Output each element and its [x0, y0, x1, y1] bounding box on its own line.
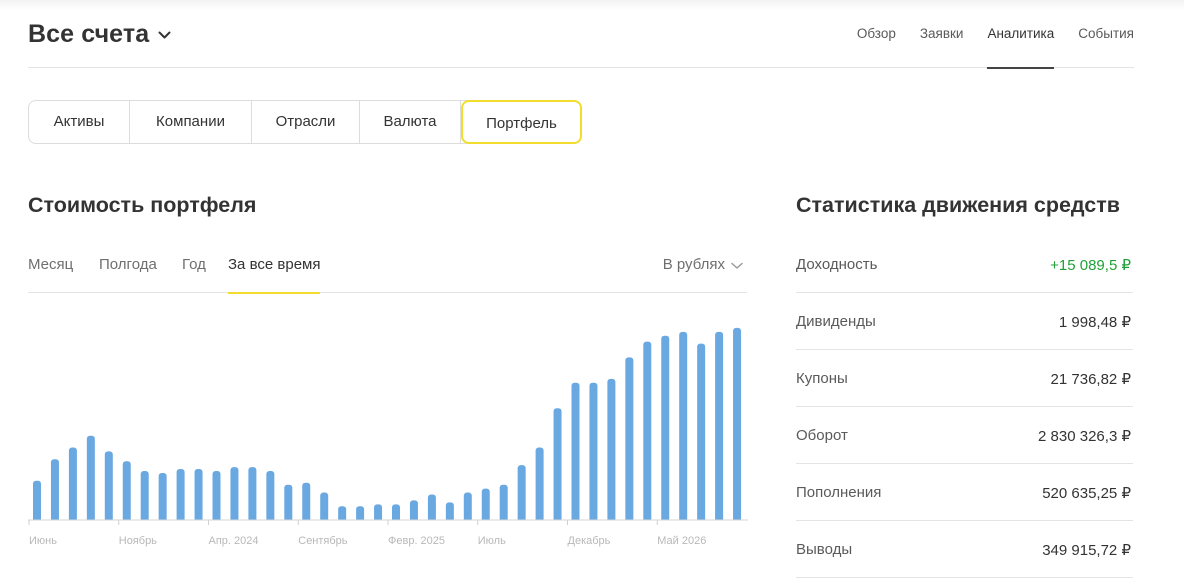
chevron-down-icon	[158, 27, 171, 45]
chart-bar[interactable]	[499, 484, 508, 523]
stat-row-coupons: Купоны 21 736,82 ₽	[796, 350, 1133, 407]
stat-label: Пополнения	[796, 484, 882, 501]
stat-row-deposits: Пополнения 520 635,25 ₽	[796, 464, 1133, 521]
chart-bar[interactable]	[230, 467, 239, 523]
chart-bar[interactable]	[481, 488, 490, 523]
chart-bar[interactable]	[68, 447, 77, 523]
period-tabs: Месяц Полгода Год За все время В рублях	[28, 240, 747, 294]
period-all-time[interactable]: За все время	[228, 256, 321, 294]
segment-companies[interactable]: Компании	[130, 101, 252, 143]
analytics-segment-tabs: Активы Компании Отрасли Валюта Портфель	[28, 100, 582, 144]
stat-value: 2 830 326,3 ₽	[1038, 428, 1131, 445]
chart-bar[interactable]	[589, 382, 598, 523]
segment-assets[interactable]: Активы	[29, 101, 130, 143]
x-tick-label: Декабрь	[568, 535, 611, 547]
x-tick-label: Апр. 2024	[209, 535, 259, 547]
chart-bar[interactable]	[176, 469, 185, 523]
stat-value: 1 998,48 ₽	[1058, 314, 1131, 331]
chart-bar[interactable]	[320, 492, 329, 523]
chart-bar[interactable]	[733, 327, 742, 523]
chart-bar[interactable]	[122, 461, 131, 523]
chart-bar[interactable]	[50, 459, 59, 523]
stat-label: Доходность	[796, 256, 878, 273]
chart-bar[interactable]	[86, 435, 95, 523]
segment-industries[interactable]: Отрасли	[252, 101, 360, 143]
chart-bar[interactable]	[33, 480, 41, 523]
chart-bar[interactable]	[158, 472, 167, 523]
stat-row-dividends: Дивиденды 1 998,48 ₽	[796, 293, 1133, 350]
nav-overview[interactable]: Обзор	[857, 0, 896, 68]
chart-bar[interactable]	[212, 471, 221, 523]
portfolio-value-chart: Июнь Ноябрь Апр. 2024 Сентябрь Февр. 2025 Июл…	[26, 327, 752, 547]
stat-label: Дивиденды	[796, 313, 876, 330]
chart-bar[interactable]	[535, 447, 544, 523]
chart-bar[interactable]	[679, 331, 688, 523]
stat-label: Выводы	[796, 541, 853, 558]
chart-bar[interactable]	[140, 471, 149, 523]
stat-value: 520 635,25 ₽	[1042, 485, 1131, 502]
chart-bar[interactable]	[553, 408, 562, 523]
period-year[interactable]: Год	[182, 256, 206, 293]
chart-bar[interactable]	[302, 482, 311, 523]
chart-bar[interactable]	[266, 471, 275, 523]
chart-bar[interactable]	[571, 382, 580, 523]
nav-events[interactable]: События	[1078, 0, 1134, 68]
nav-analytics[interactable]: Аналитика	[987, 0, 1054, 69]
account-selector[interactable]: Все счета	[28, 18, 171, 50]
chart-bar[interactable]	[643, 341, 652, 523]
stat-row-turnover: Оборот 2 830 326,3 ₽	[796, 407, 1133, 464]
currency-selector[interactable]: В рублях	[663, 256, 743, 274]
baseline-mask	[26, 520, 752, 524]
x-tick-label: Ноябрь	[119, 535, 157, 547]
chart-bar[interactable]	[104, 451, 113, 523]
chart-bar[interactable]	[463, 492, 472, 523]
nav-orders[interactable]: Заявки	[920, 0, 964, 68]
period-month[interactable]: Месяц	[28, 256, 73, 293]
stat-row-yield: Доходность +15 089,5 ₽	[796, 236, 1133, 293]
stat-label: Оборот	[796, 427, 848, 444]
segment-currency[interactable]: Валюта	[360, 101, 461, 143]
chart-bar[interactable]	[517, 465, 526, 523]
chart-bar[interactable]	[697, 343, 706, 523]
chart-bar[interactable]	[427, 494, 436, 523]
x-tick-label: Сентябрь	[298, 535, 348, 547]
chart-bar[interactable]	[284, 484, 293, 523]
x-tick-label: Июнь	[29, 535, 57, 547]
chart-bar[interactable]	[625, 357, 634, 523]
x-tick-label: Февр. 2025	[388, 535, 445, 547]
stat-row-withdrawals: Выводы 349 915,72 ₽	[796, 521, 1133, 578]
stat-label: Купоны	[796, 370, 848, 387]
page-header: Все счета Обзор Заявки Аналитика События	[28, 0, 1134, 69]
stat-value: 349 915,72 ₽	[1042, 542, 1131, 559]
stat-value: +15 089,5 ₽	[1050, 257, 1131, 274]
currency-label: В рублях	[662, 256, 725, 273]
period-half-year[interactable]: Полгода	[99, 256, 157, 293]
account-title: Все счета	[28, 19, 150, 48]
x-tick-label: Май 2026	[657, 535, 706, 547]
chevron-down-icon	[725, 256, 743, 274]
chart-bar[interactable]	[607, 378, 616, 523]
stats-title: Статистика движения средств	[796, 193, 1120, 217]
segment-portfolio[interactable]: Портфель	[461, 100, 582, 144]
top-navigation: Обзор Заявки Аналитика События	[833, 0, 1134, 69]
chart-bar[interactable]	[661, 335, 670, 523]
stat-value: 21 736,82 ₽	[1050, 371, 1131, 388]
x-tick-label: Июль	[478, 535, 506, 547]
chart-bar[interactable]	[715, 331, 724, 523]
chart-bar[interactable]	[194, 469, 203, 523]
cashflow-stats: Доходность +15 089,5 ₽ Дивиденды 1 998,4…	[796, 236, 1133, 578]
portfolio-title: Стоимость портфеля	[28, 193, 257, 217]
chart-bar[interactable]	[248, 467, 257, 523]
